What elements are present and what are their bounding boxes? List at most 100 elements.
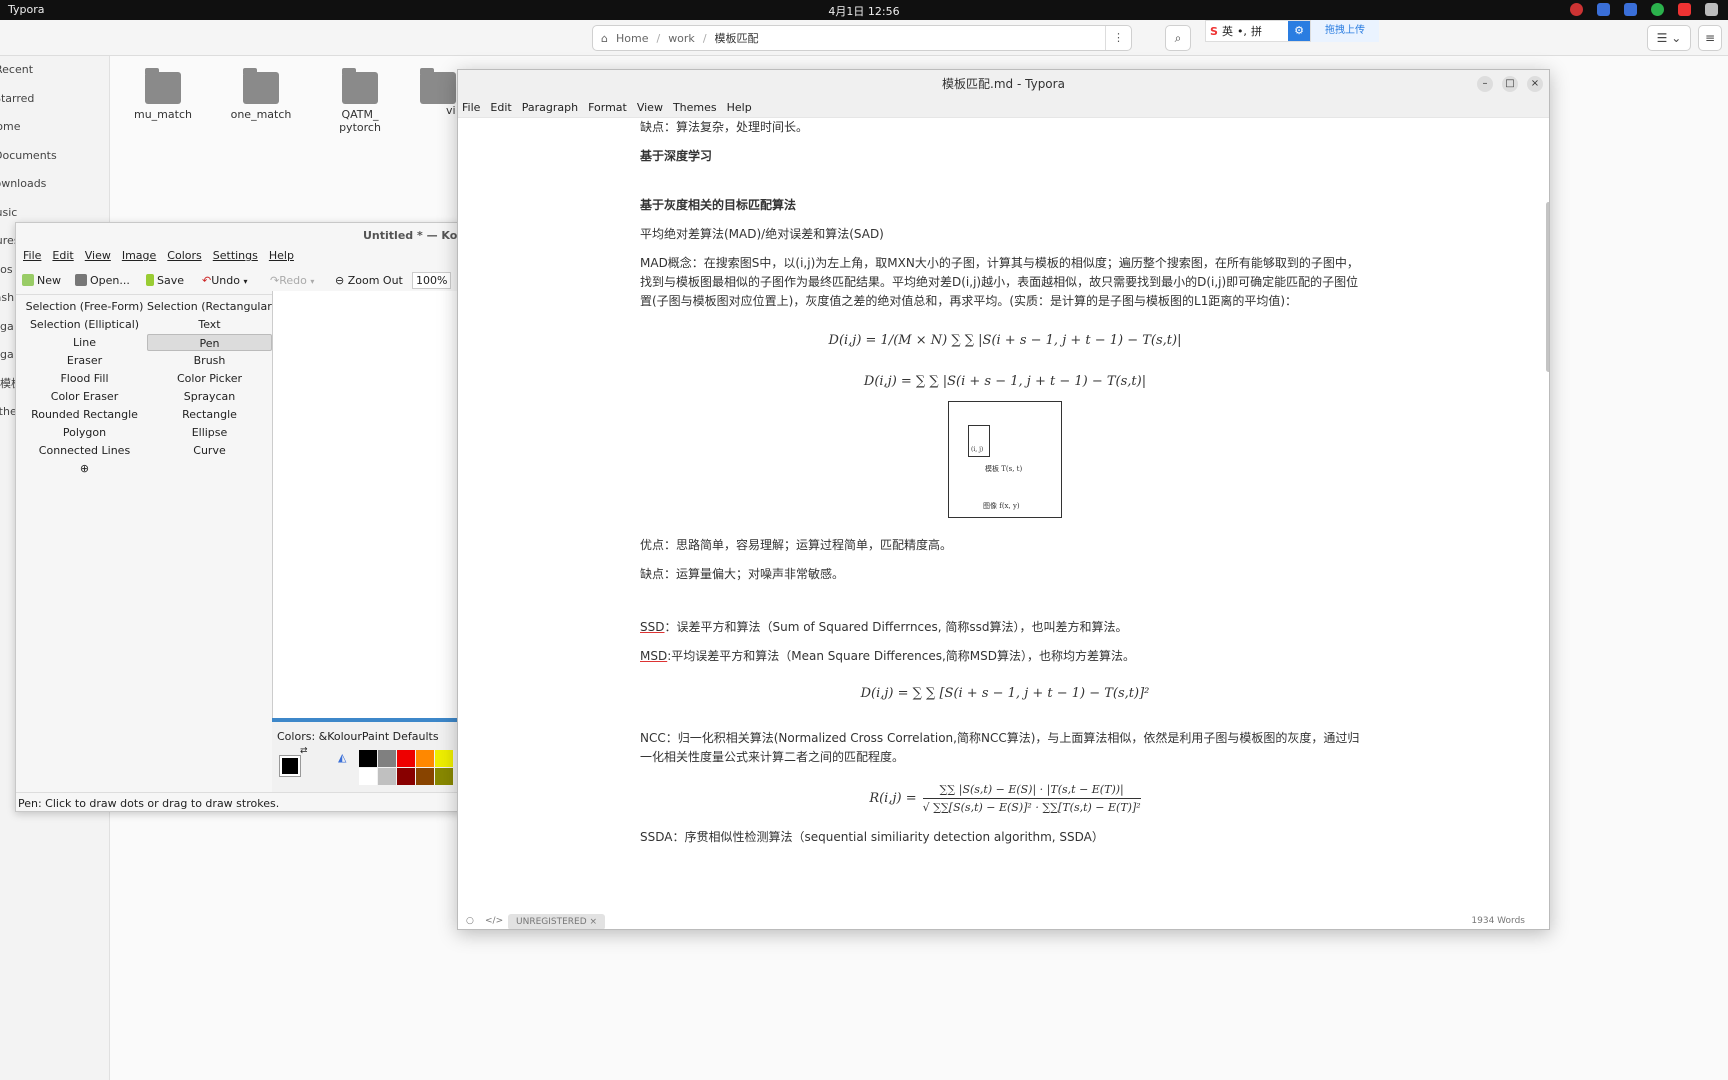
unregistered-badge[interactable]: UNREGISTERED ×	[508, 914, 606, 929]
tool-pen[interactable]: Pen	[147, 334, 272, 351]
math-block[interactable]: R(i,j) = ∑∑ |S(s,t) − E(S)| · |T(s,t − E…	[640, 783, 1370, 814]
tool-connected-lines[interactable]: Connected Lines	[22, 442, 147, 459]
window-title[interactable]: Untitled * — KolourPaint	[16, 223, 464, 249]
screenshot-icon[interactable]	[1624, 3, 1637, 16]
sogou-tray-icon[interactable]	[1678, 3, 1691, 16]
folder-item[interactable]: one_match	[216, 68, 306, 121]
math-block[interactable]: D(i,j) = ∑ ∑ |S(i + s − 1, j + t − 1) − …	[640, 374, 1370, 389]
tool-zoom-icon[interactable]: ⊕	[22, 460, 147, 477]
color-swatch-black[interactable]	[359, 750, 377, 767]
color-swatch-dark-red[interactable]	[397, 768, 415, 785]
new-button[interactable]: New	[22, 274, 61, 287]
menu-view[interactable]: View	[85, 249, 111, 269]
math-block[interactable]: D(i,j) = ∑ ∑ [S(i + s − 1, j + t − 1) − …	[640, 686, 1370, 701]
clock[interactable]: 4月1日 12:56	[0, 3, 1728, 19]
tool-ellipse[interactable]: Ellipse	[147, 424, 272, 441]
tool-rounded-rectangle[interactable]: Rounded Rectangle	[22, 406, 147, 423]
tool-curve[interactable]: Curve	[147, 442, 272, 459]
ime-punct-icon[interactable]: •,	[1237, 25, 1247, 38]
open-button[interactable]: Open...	[75, 274, 130, 287]
swap-colors-icon[interactable]: ⇄	[300, 746, 310, 756]
scrollbar[interactable]	[1546, 202, 1549, 372]
undo-button[interactable]: ↶Undo ▾	[202, 274, 247, 287]
color-swatch-brown[interactable]	[416, 768, 434, 785]
word-count[interactable]: 1934 Words	[1471, 916, 1525, 926]
view-list-button[interactable]: ☰ ⌄	[1647, 25, 1691, 51]
tool-text[interactable]: Text	[147, 316, 272, 333]
heading[interactable]: 基于深度学习	[640, 147, 1370, 166]
menu-view[interactable]: View	[637, 98, 663, 117]
zoom-combo[interactable]: 100%	[412, 272, 452, 289]
tool-line[interactable]: Line	[22, 334, 147, 351]
tool-eraser[interactable]: Eraser	[22, 352, 147, 369]
minimize-icon[interactable]: –	[1477, 76, 1493, 92]
math-block[interactable]: D(i,j) = 1/(M × N) ∑ ∑ |S(i + s − 1, j +…	[640, 333, 1370, 348]
maximize-icon[interactable]: □	[1502, 76, 1518, 92]
chevron-down-icon[interactable]: ▾	[310, 277, 314, 286]
tool-selection-free-form[interactable]: Selection (Free-Form)	[22, 298, 147, 315]
wechat-icon[interactable]	[1651, 3, 1664, 16]
menu-help[interactable]: Help	[269, 249, 294, 269]
tool-brush[interactable]: Brush	[147, 352, 272, 369]
paragraph[interactable]: NCC：归一化积相关算法(Normalized Cross Correlatio…	[640, 729, 1370, 767]
drawing-canvas[interactable]	[272, 291, 464, 718]
paragraph[interactable]: 缺点：算法复杂，处理时间长。	[640, 118, 1370, 137]
folder-item[interactable]: vi	[420, 68, 460, 117]
tool-selection-rectangular[interactable]: Selection (Rectangular)	[147, 298, 276, 315]
paragraph[interactable]: 平均绝对差算法(MAD)/绝对误差和算法(SAD)	[640, 225, 1370, 244]
folder-item[interactable]: QATM_ pytorch	[314, 68, 406, 134]
tool-polygon[interactable]: Polygon	[22, 424, 147, 441]
menu-colors[interactable]: Colors	[167, 249, 201, 269]
color-picker-icon[interactable]: ◭	[338, 751, 356, 768]
menu-settings[interactable]: Settings	[213, 249, 258, 269]
color-swatch-red[interactable]	[397, 750, 415, 767]
upload-button[interactable]: 拖拽上传	[1311, 20, 1379, 42]
tool-spraycan[interactable]: Spraycan	[147, 388, 272, 405]
paragraph[interactable]: MSD:平均误差平方和算法（Mean Square Differences,简称…	[640, 647, 1370, 666]
sidebar-item-documents[interactable]: Documents	[0, 142, 109, 171]
redo-button[interactable]: ↷Redo ▾	[270, 274, 314, 287]
source-mode-icon[interactable]: </>	[485, 916, 503, 926]
color-swatch-silver[interactable]	[378, 768, 396, 785]
paragraph[interactable]: SSD：误差平方和算法（Sum of Squared Differrnces, …	[640, 618, 1370, 637]
tool-flood-fill[interactable]: Flood Fill	[22, 370, 147, 387]
files-menu-button[interactable]: ≡	[1698, 25, 1722, 51]
close-icon[interactable]: ×	[1527, 76, 1543, 92]
breadcrumb-current[interactable]: 模板匹配	[715, 30, 759, 46]
menu-image[interactable]: Image	[122, 249, 156, 269]
sidebar-item-recent[interactable]: Recent	[0, 56, 109, 85]
color-swatch-gray[interactable]	[378, 750, 396, 767]
tool-color-eraser[interactable]: Color Eraser	[22, 388, 147, 405]
color-swatch-orange[interactable]	[416, 750, 434, 767]
paragraph[interactable]: MAD概念：在搜索图S中，以(i,j)为左上角，取MXN大小的子图，计算其与模板…	[640, 254, 1370, 311]
foreground-color[interactable]	[279, 755, 301, 777]
menu-format[interactable]: Format	[588, 98, 627, 117]
tool-rectangle[interactable]: Rectangle	[147, 406, 272, 423]
tool-selection-elliptical[interactable]: Selection (Elliptical)	[22, 316, 147, 333]
menu-file[interactable]: File	[462, 98, 480, 117]
search-button[interactable]: ⌕	[1165, 25, 1191, 51]
active-app-name[interactable]: Typora	[8, 3, 45, 16]
diagram-image[interactable]: (i, j) 模板 T(s, t) 图像 f(x, y)	[948, 401, 1062, 518]
paragraph[interactable]: 优点：思路简单，容易理解；运算过程简单，匹配精度高。	[640, 536, 1370, 555]
tool-color-picker[interactable]: Color Picker	[147, 370, 272, 387]
menu-edit[interactable]: Edit	[52, 249, 73, 269]
menu-paragraph[interactable]: Paragraph	[522, 98, 578, 117]
zoom-out-button[interactable]: ⊖ Zoom Out	[335, 274, 403, 287]
heading[interactable]: 基于灰度相关的目标匹配算法	[640, 196, 1370, 215]
sidebar-item-starred[interactable]: Starred	[0, 85, 109, 114]
color-swatch-olive[interactable]	[435, 768, 453, 785]
gear-icon[interactable]: ⚙	[1288, 21, 1310, 41]
network-icon[interactable]	[1570, 3, 1583, 16]
app-tray-icon[interactable]	[1597, 3, 1610, 16]
menu-help[interactable]: Help	[727, 98, 752, 117]
chevron-down-icon[interactable]: ▾	[243, 277, 247, 286]
paragraph[interactable]: 缺点：运算量偏大；对噪声非常敏感。	[640, 565, 1370, 584]
paragraph[interactable]: SSDA：序贯相似性检测算法（sequential similiarity de…	[640, 828, 1370, 847]
breadcrumb-home[interactable]: Home	[616, 32, 648, 45]
menu-themes[interactable]: Themes	[673, 98, 717, 117]
folder-item[interactable]: mu_match	[118, 68, 208, 121]
ime-mode[interactable]: 拼	[1251, 23, 1262, 39]
sidebar-item-downloads[interactable]: Downloads	[0, 170, 109, 199]
breadcrumb-work[interactable]: work	[668, 32, 695, 45]
